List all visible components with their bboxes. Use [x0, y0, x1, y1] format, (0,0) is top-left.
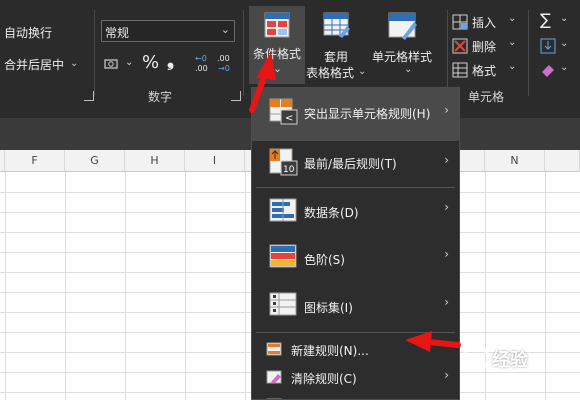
watermark: 经验 — [460, 342, 572, 396]
annotation-arrows — [249, 52, 461, 352]
annotation-arrow-up — [249, 52, 276, 113]
svg-text:经验: 经验 — [492, 349, 529, 371]
annotation-arrow-left — [405, 331, 461, 352]
